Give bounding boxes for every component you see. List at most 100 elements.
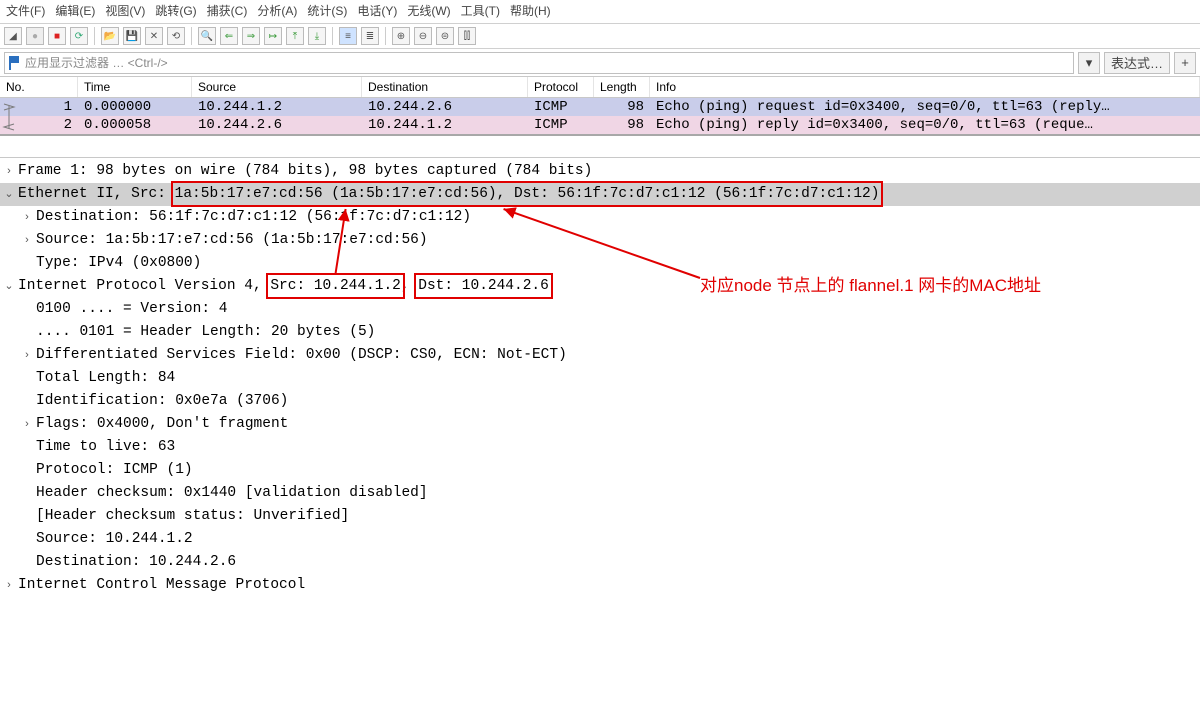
toolbar-separator <box>385 27 386 45</box>
display-filter-input[interactable]: 应用显示过滤器 … <Ctrl-/> <box>4 52 1074 74</box>
tree-ip-dst: Dst: 10.244.2.6 <box>418 275 549 298</box>
collapse-icon[interactable]: ⌄ <box>0 275 18 298</box>
cell-dest: 10.244.2.6 <box>362 98 528 116</box>
col-length[interactable]: Length <box>594 77 650 97</box>
tree-ip-ttl[interactable]: Time to live: 63 <box>0 436 1200 459</box>
add-filter-button[interactable]: + <box>1174 52 1196 74</box>
tree-ip-id[interactable]: Identification: 0x0e7a (3706) <box>0 390 1200 413</box>
stop-capture-icon[interactable]: ■ <box>48 27 66 45</box>
menu-telephony[interactable]: 电话(Y) <box>357 2 397 19</box>
cell-proto: ICMP <box>528 98 594 116</box>
zoom-out-icon[interactable]: ⊖ <box>414 27 432 45</box>
packet-row[interactable]: 2 0.000058 10.244.2.6 10.244.1.2 ICMP 98… <box>0 116 1200 134</box>
label: Identification: 0x0e7a (3706) <box>36 390 288 413</box>
expand-icon[interactable]: › <box>0 160 18 183</box>
menu-capture[interactable]: 捕获(C) <box>207 2 248 19</box>
display-filter-placeholder: 应用显示过滤器 … <Ctrl-/> <box>25 54 168 71</box>
resize-columns-icon[interactable]: ⫿⫿ <box>458 27 476 45</box>
tree-frame[interactable]: › Frame 1: 98 bytes on wire (784 bits), … <box>0 160 1200 183</box>
tree-icmp[interactable]: › Internet Control Message Protocol <box>0 574 1200 597</box>
menu-analyze[interactable]: 分析(A) <box>257 2 297 19</box>
tree-ip-src: Src: 10.244.1.2 <box>270 275 401 298</box>
tree-ipv4[interactable]: ⌄ Internet Protocol Version 4, Src: 10.2… <box>0 275 1200 298</box>
expand-icon[interactable]: › <box>18 229 36 252</box>
go-last-icon[interactable]: ⤓ <box>308 27 326 45</box>
zoom-reset-icon[interactable]: ⊜ <box>436 27 454 45</box>
expand-icon[interactable]: › <box>18 344 36 367</box>
cell-info: Echo (ping) reply id=0x3400, seq=0/0, tt… <box>650 116 1200 134</box>
tree-ip-src-field[interactable]: Source: 10.244.1.2 <box>0 528 1200 551</box>
tree-ip-prefix: Internet Protocol Version 4, <box>18 275 270 298</box>
tree-eth-type[interactable]: Type: IPv4 (0x0800) <box>0 252 1200 275</box>
col-dest[interactable]: Destination <box>362 77 528 97</box>
col-time[interactable]: Time <box>78 77 192 97</box>
tree-ip-flags[interactable]: ›Flags: 0x4000, Don't fragment <box>0 413 1200 436</box>
tree-ip-hchk[interactable]: Header checksum: 0x1440 [validation disa… <box>0 482 1200 505</box>
packet-details-pane: › Frame 1: 98 bytes on wire (784 bits), … <box>0 158 1200 601</box>
packet-list-pane: No. Time Source Destination Protocol Len… <box>0 77 1200 136</box>
restart-capture-icon[interactable]: ⟳ <box>70 27 88 45</box>
collapse-icon[interactable]: ⌄ <box>0 183 18 206</box>
tree-eth-dst[interactable]: › Destination: 56:1f:7c:d7:c1:12 (56:1f:… <box>0 206 1200 229</box>
tree-icmp-label: Internet Control Message Protocol <box>18 574 305 597</box>
bookmark-icon[interactable] <box>9 56 21 70</box>
go-back-icon[interactable]: ⇐ <box>220 27 238 45</box>
go-first-icon[interactable]: ⤒ <box>286 27 304 45</box>
jump-icon[interactable]: ↦ <box>264 27 282 45</box>
tree-ip-hlen[interactable]: .... 0101 = Header Length: 20 bytes (5) <box>0 321 1200 344</box>
menu-tools[interactable]: 工具(T) <box>461 2 500 19</box>
tree-frame-label: Frame 1: 98 bytes on wire (784 bits), 98… <box>18 160 592 183</box>
menu-help[interactable]: 帮助(H) <box>510 2 551 19</box>
menu-bar: 文件(F) 编辑(E) 视图(V) 跳转(G) 捕获(C) 分析(A) 统计(S… <box>0 0 1200 23</box>
label: Time to live: 63 <box>36 436 175 459</box>
col-info[interactable]: Info <box>650 77 1200 97</box>
label: .... 0101 = Header Length: 20 bytes (5) <box>36 321 375 344</box>
reload-icon[interactable]: ⟲ <box>167 27 185 45</box>
expand-icon[interactable]: › <box>18 413 36 436</box>
tree-ip-dsf[interactable]: ›Differentiated Services Field: 0x00 (DS… <box>0 344 1200 367</box>
colorize-icon[interactable]: ≣ <box>361 27 379 45</box>
col-source[interactable]: Source <box>192 77 362 97</box>
expand-icon[interactable]: › <box>18 206 36 229</box>
tree-eth-value: 1a:5b:17:e7:cd:56 (1a:5b:17:e7:cd:56), D… <box>175 183 880 206</box>
find-packet-icon[interactable]: 🔍 <box>198 27 216 45</box>
label: 0100 .... = Version: 4 <box>36 298 227 321</box>
filter-dropdown-icon[interactable]: ▾ <box>1078 52 1100 74</box>
menu-stats[interactable]: 统计(S) <box>307 2 347 19</box>
col-no[interactable]: No. <box>0 77 78 97</box>
tree-ip-tlen[interactable]: Total Length: 84 <box>0 367 1200 390</box>
expand-icon[interactable]: › <box>0 574 18 597</box>
tree-ip-dst-field[interactable]: Destination: 10.244.2.6 <box>0 551 1200 574</box>
menu-wireless[interactable]: 无线(W) <box>407 2 450 19</box>
tree-ip-version[interactable]: 0100 .... = Version: 4 <box>0 298 1200 321</box>
toolbar-separator <box>191 27 192 45</box>
open-file-icon[interactable]: 📂 <box>101 27 119 45</box>
interfaces-icon[interactable]: ◢ <box>4 27 22 45</box>
start-capture-icon[interactable]: ● <box>26 27 44 45</box>
go-forward-icon[interactable]: ⇒ <box>242 27 260 45</box>
expression-button[interactable]: 表达式… <box>1104 52 1170 74</box>
menu-file[interactable]: 文件(F) <box>6 2 45 19</box>
label: Destination: 10.244.2.6 <box>36 551 236 574</box>
zoom-in-icon[interactable]: ⊕ <box>392 27 410 45</box>
label: Flags: 0x4000, Don't fragment <box>36 413 288 436</box>
auto-scroll-icon[interactable]: ≡ <box>339 27 357 45</box>
col-proto[interactable]: Protocol <box>528 77 594 97</box>
tree-eth-prefix: Ethernet II, Src: <box>18 183 175 206</box>
tree-eth-src[interactable]: › Source: 1a:5b:17:e7:cd:56 (1a:5b:17:e7… <box>0 229 1200 252</box>
pane-splitter[interactable] <box>0 136 1200 158</box>
menu-goto[interactable]: 跳转(G) <box>155 2 196 19</box>
tree-ethernet[interactable]: ⌄ Ethernet II, Src: 1a:5b:17:e7:cd:56 (1… <box>0 183 1200 206</box>
menu-view[interactable]: 视图(V) <box>105 2 145 19</box>
packet-row[interactable]: 1 0.000000 10.244.1.2 10.244.2.6 ICMP 98… <box>0 98 1200 116</box>
label: Differentiated Services Field: 0x00 (DSC… <box>36 344 567 367</box>
label: Header checksum: 0x1440 [validation disa… <box>36 482 428 505</box>
packet-list-header[interactable]: No. Time Source Destination Protocol Len… <box>0 77 1200 98</box>
close-file-icon[interactable]: ✕ <box>145 27 163 45</box>
save-file-icon[interactable]: 💾 <box>123 27 141 45</box>
main-toolbar: ◢ ● ■ ⟳ 📂 💾 ✕ ⟲ 🔍 ⇐ ⇒ ↦ ⤒ ⤓ ≡ ≣ ⊕ ⊖ ⊜ ⫿⫿ <box>0 23 1200 49</box>
tree-ip-proto[interactable]: Protocol: ICMP (1) <box>0 459 1200 482</box>
menu-edit[interactable]: 编辑(E) <box>55 2 95 19</box>
cell-source: 10.244.2.6 <box>192 116 362 134</box>
tree-ip-hchk-status[interactable]: [Header checksum status: Unverified] <box>0 505 1200 528</box>
